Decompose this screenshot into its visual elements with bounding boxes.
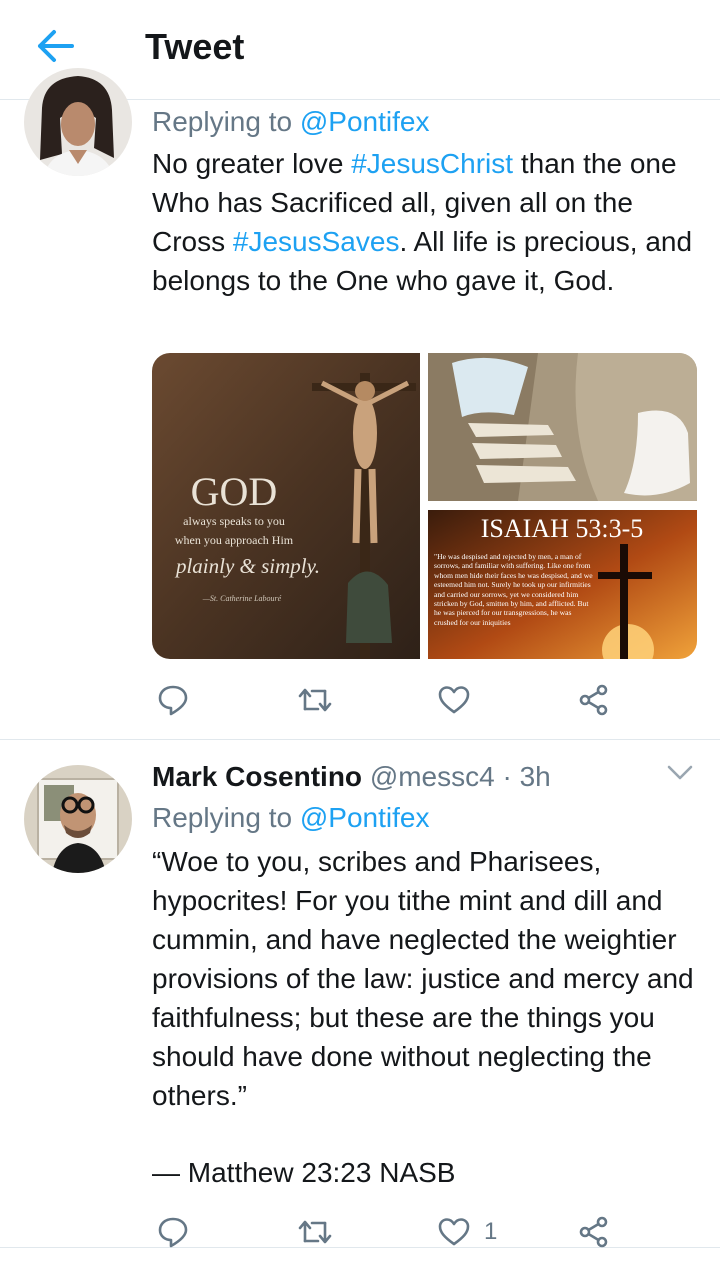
share-icon xyxy=(579,1216,608,1248)
media-text: when you approach Him xyxy=(175,533,294,547)
tweet-header: Mark Cosentino @messc4 · 3h xyxy=(152,759,697,795)
reply-icon xyxy=(158,1217,188,1248)
replying-to: Replying to @Pontifex xyxy=(152,104,697,140)
replying-to-label: Replying to xyxy=(152,106,293,137)
media-text: plainly & simply. xyxy=(174,554,320,578)
share-button[interactable] xyxy=(578,1212,610,1252)
reply-button[interactable] xyxy=(158,680,188,720)
like-button[interactable] xyxy=(438,680,484,720)
reply-button[interactable] xyxy=(158,1212,188,1252)
meta-separator: · xyxy=(502,761,512,792)
arrow-left-icon xyxy=(38,30,74,62)
hashtag-link[interactable]: #JesusSaves xyxy=(233,226,400,257)
author-name[interactable]: Mark Cosentino xyxy=(152,761,362,792)
tweet-text: No greater love #JesusChrist than the on… xyxy=(152,144,697,300)
media-text: always speaks to you xyxy=(183,514,285,528)
media-image-isaiah[interactable]: ISAIAH 53:3-5 "He was despised and rejec… xyxy=(428,510,697,659)
media-image-tomb[interactable] xyxy=(428,353,697,501)
retweet-icon xyxy=(298,688,332,712)
tweet-text: “Woe to you, scribes and Pharisees, hypo… xyxy=(152,846,694,1111)
media-image-god[interactable]: GOD always speaks to you when you approa… xyxy=(152,353,420,659)
reply-handle-link[interactable]: @Pontifex xyxy=(300,106,430,137)
share-button[interactable] xyxy=(578,680,610,720)
media-text-isaiah: ISAIAH 53:3-5 xyxy=(481,514,644,543)
tweet-item[interactable]: Replying to @Pontifex No greater love #J… xyxy=(0,68,720,740)
media-text-god: GOD xyxy=(191,469,278,514)
media-text: —St. Catherine Labouré xyxy=(202,594,282,603)
tweet-text-segment: No greater love xyxy=(152,148,352,179)
page-title: Tweet xyxy=(145,26,245,67)
replying-to: Replying to @Pontifex xyxy=(152,800,697,836)
media-grid: GOD always speaks to you when you approa… xyxy=(152,353,697,659)
reply-icon xyxy=(158,685,188,716)
avatar[interactable] xyxy=(24,765,132,873)
author-handle[interactable]: @messc4 xyxy=(370,761,495,792)
reply-handle-link[interactable]: @Pontifex xyxy=(300,802,430,833)
like-count: 1 xyxy=(484,1218,498,1245)
tweet-actions: 1 xyxy=(152,1212,632,1252)
like-button[interactable]: 1 xyxy=(438,1212,497,1252)
tweet-actions xyxy=(152,680,632,720)
tweet-item[interactable]: Mark Cosentino @messc4 · 3h Replying to … xyxy=(0,741,720,1248)
replying-to-label: Replying to xyxy=(152,802,293,833)
share-icon xyxy=(579,684,608,716)
media-text-verse: "He was despised and rejected by men, a … xyxy=(434,552,593,627)
hashtag-link[interactable]: #JesusChrist xyxy=(351,148,513,179)
retweet-button[interactable] xyxy=(298,680,332,720)
tweet-citation: — Matthew 23:23 NASB xyxy=(152,1157,456,1188)
retweet-button[interactable] xyxy=(298,1212,332,1252)
heart-icon xyxy=(438,1218,470,1246)
back-button[interactable] xyxy=(36,28,76,64)
tweet-time: 3h xyxy=(519,761,551,792)
heart-icon xyxy=(438,686,470,714)
tweet-body: Mark Cosentino @messc4 · 3h Replying to … xyxy=(152,759,697,1192)
avatar[interactable] xyxy=(24,68,132,176)
tweet-body: Replying to @Pontifex No greater love #J… xyxy=(152,104,697,300)
retweet-icon xyxy=(298,1220,332,1244)
